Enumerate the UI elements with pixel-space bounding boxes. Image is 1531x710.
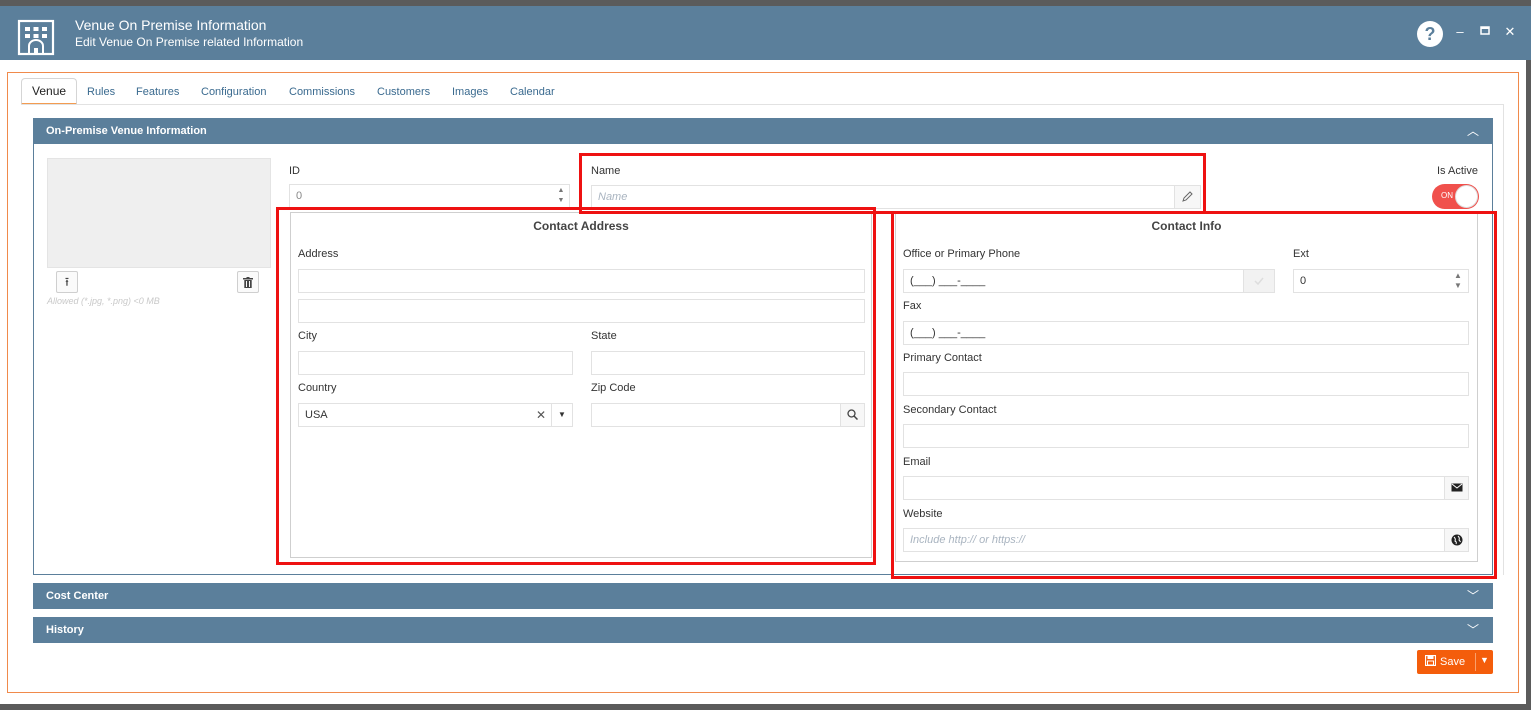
title-bar: Venue On Premise Information Edit Venue … xyxy=(0,6,1531,60)
tab-rules[interactable]: Rules xyxy=(87,80,115,107)
chevron-down-icon[interactable]: ﹀ xyxy=(1467,583,1479,609)
upload-icon: ⭱ xyxy=(64,275,70,289)
id-stepper[interactable]: ▲ ▼ xyxy=(555,186,567,206)
maximize-icon xyxy=(1480,26,1490,35)
id-field[interactable]: 0 ▲ ▼ xyxy=(289,184,570,208)
maximize-button[interactable] xyxy=(1477,24,1493,39)
id-label: ID xyxy=(289,165,300,177)
save-label: Save xyxy=(1440,656,1466,668)
trash-icon xyxy=(243,277,253,288)
chevron-down-icon[interactable]: ﹀ xyxy=(1467,617,1479,643)
toggle-state-text: ON xyxy=(1441,191,1453,200)
tab-configuration[interactable]: Configuration xyxy=(201,80,266,107)
close-button[interactable]: ✕ xyxy=(1502,24,1518,40)
delete-image-button[interactable] xyxy=(237,271,259,293)
tab-images[interactable]: Images xyxy=(452,80,488,107)
section-cost-center-header[interactable]: Cost Center ﹀ xyxy=(33,583,1493,609)
section-title: On-Premise Venue Information xyxy=(46,125,207,137)
save-options-icon[interactable]: ▼ xyxy=(1480,655,1489,665)
allowed-file-types: Allowed (*.jpg, *.png) <0 MB xyxy=(47,296,160,306)
building-icon xyxy=(16,18,56,56)
tab-commissions[interactable]: Commissions xyxy=(289,80,355,107)
tab-venue[interactable]: Venue xyxy=(21,78,78,105)
tab-features[interactable]: Features xyxy=(136,80,179,107)
minimize-button[interactable]: – xyxy=(1452,24,1468,39)
highlight-name-field xyxy=(579,153,1206,214)
venue-image-placeholder[interactable] xyxy=(47,158,271,268)
section-venue-info-header[interactable]: On-Premise Venue Information ︿ xyxy=(33,118,1493,144)
id-value: 0 xyxy=(296,190,303,202)
tab-panel-border xyxy=(1503,105,1504,575)
section-title: History xyxy=(46,624,84,636)
tab-customers[interactable]: Customers xyxy=(377,80,430,107)
chevron-up-icon[interactable]: ︿ xyxy=(1467,118,1479,144)
toggle-knob xyxy=(1455,185,1478,208)
is-active-toggle[interactable]: ON xyxy=(1432,184,1479,209)
tab-calendar[interactable]: Calendar xyxy=(510,80,555,107)
save-button[interactable]: Save ▼ xyxy=(1417,650,1493,674)
tab-divider xyxy=(21,104,1504,105)
window-subtitle: Edit Venue On Premise related Informatio… xyxy=(75,35,304,49)
section-title: Cost Center xyxy=(46,590,109,602)
floppy-disk-icon xyxy=(1424,654,1437,669)
highlight-contact-address xyxy=(276,207,876,565)
is-active-label: Is Active xyxy=(1437,165,1478,177)
upload-button[interactable]: ⭱ xyxy=(56,271,78,293)
window-bottom-strip xyxy=(0,704,1531,710)
section-history-header[interactable]: History ﹀ xyxy=(33,617,1493,643)
highlight-contact-info xyxy=(891,211,1497,579)
window-title: Venue On Premise Information xyxy=(75,17,267,33)
window-right-edge xyxy=(1526,60,1531,704)
help-icon[interactable]: ? xyxy=(1417,21,1443,47)
save-separator xyxy=(1475,653,1476,671)
